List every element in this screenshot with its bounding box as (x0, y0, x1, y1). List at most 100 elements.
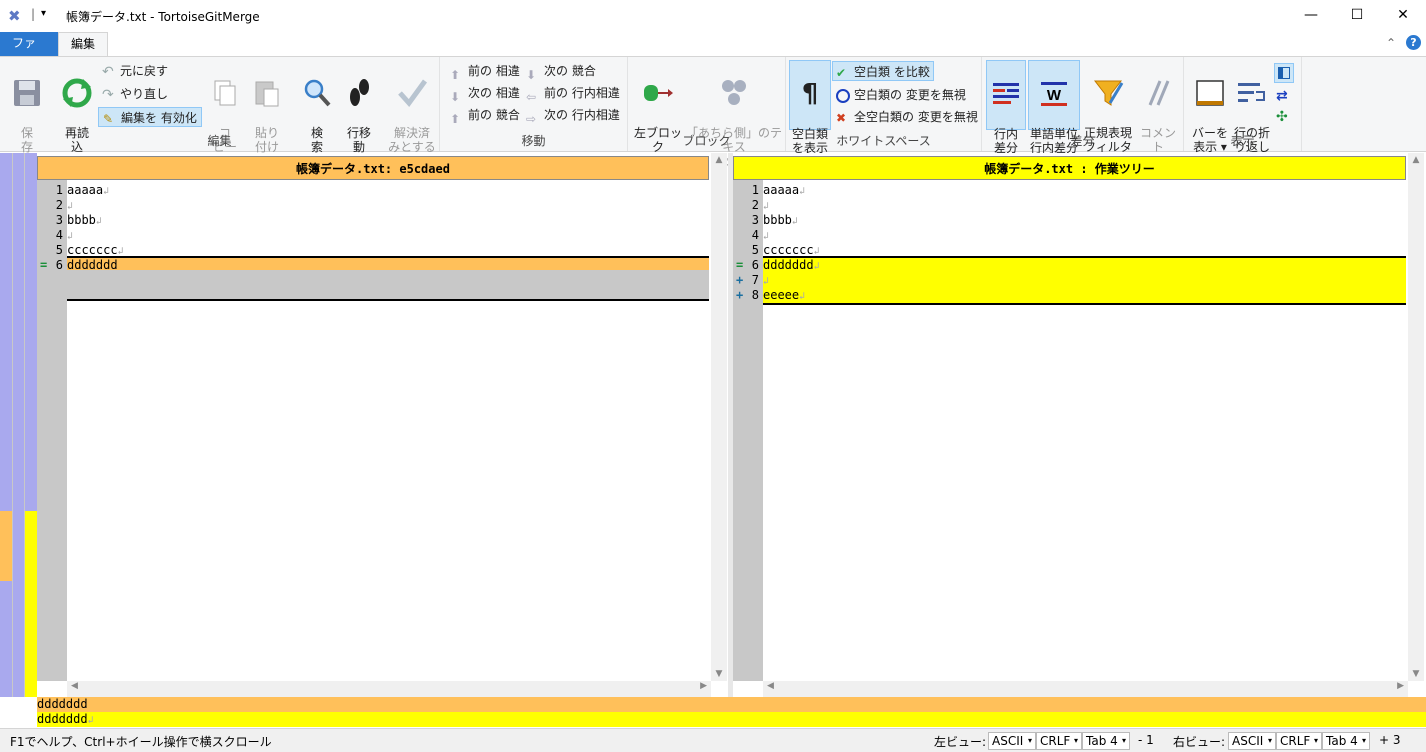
left-block-border (67, 299, 709, 301)
line-number: 8 (733, 288, 759, 303)
bottom-diff-pane: ddddddd ddddddd↲ (37, 697, 1426, 727)
code-line[interactable]: ↲ (67, 228, 73, 243)
status-bar: F1でヘルプ、Ctrl+ホイール操作で横スクロール 左ビュー: ASCII▾ C… (0, 728, 1426, 752)
eol-icon: ↲ (814, 261, 820, 272)
redo-button[interactable]: ↷やり直し (102, 84, 168, 104)
location-bar-middle (13, 153, 24, 697)
compare-whitespace-option[interactable]: ✔空白類 を比較 (832, 61, 934, 81)
group-label-block: ブロック (628, 132, 785, 149)
line-number: 4 (37, 228, 63, 243)
right-encoding-dropdown[interactable]: ASCII▾ (1228, 732, 1276, 750)
inline-diff-button[interactable]: 行内 差分 (986, 60, 1026, 130)
line-number: 2 (37, 198, 63, 213)
right-tab-dropdown[interactable]: Tab 4▾ (1322, 732, 1370, 750)
line-number: 4 (733, 228, 759, 243)
swap-icon[interactable]: ⇄ (1276, 88, 1288, 104)
group-label-whitespace: ホワイトスペース (786, 132, 981, 149)
right-vertical-scrollbar[interactable]: ▲▼ (1408, 153, 1424, 681)
left-eol-dropdown[interactable]: CRLF▾ (1036, 732, 1082, 750)
code-line[interactable]: ↲ (763, 273, 769, 288)
code-line[interactable]: aaaaa↲ (67, 183, 109, 198)
next-diff-button[interactable]: ⬇次の 相違 (450, 83, 520, 103)
code-line[interactable]: ↲ (67, 198, 73, 213)
chevron-down-icon: ▾ (1074, 733, 1078, 749)
word-diff-icon: W (1038, 78, 1070, 110)
ignore-whitespace-changes-option[interactable]: 空白類の 変更を無視 (836, 85, 966, 105)
right-eol-dropdown[interactable]: CRLF▾ (1276, 732, 1322, 750)
wrap-icon (1236, 77, 1268, 109)
eol-icon: ↲ (792, 216, 798, 227)
left-vertical-scrollbar[interactable]: ▲▼ (711, 153, 727, 681)
footprints-icon (343, 77, 375, 109)
pilcrow-icon: ¶ (794, 78, 826, 110)
right-pane[interactable]: 帳簿データ.txt : 作業ツリー 1aaaaa↲2↲3bbbb↲4↲5cccc… (733, 153, 1426, 697)
code-line[interactable]: ↲ (763, 198, 769, 213)
red-x-icon: ✖ (836, 111, 850, 125)
prev-conflict-button[interactable]: ⬆前の 競合 (450, 105, 520, 125)
paste-icon (251, 77, 283, 109)
code-line[interactable]: bbbb↲ (67, 213, 102, 228)
line-number: 2 (733, 198, 759, 213)
left-change-count: - 1 (1138, 733, 1154, 747)
chevron-down-icon: ▾ (1122, 733, 1126, 749)
ribbon-tabs: ファイル 編集 ⌃ ? (0, 32, 1426, 56)
pane-splitter[interactable] (728, 153, 733, 697)
help-icon[interactable]: ? (1406, 35, 1421, 50)
location-bar-left (0, 153, 12, 697)
close-button[interactable]: ✕ (1380, 0, 1426, 32)
ignore-all-whitespace-option[interactable]: ✖全空白類の 変更を無視 (836, 107, 978, 127)
collapse-icon[interactable]: ✣ (1276, 109, 1288, 125)
app-icon: ✖ (8, 7, 21, 25)
left-pane[interactable]: 帳簿データ.txt: e5cdaed 1aaaaa↲2↲3bbbb↲4↲5ccc… (37, 153, 727, 697)
group-block: 左ブロック を使用 ▾ 「あちら側」のテキス トブロックを使用 ▾ ブロック (628, 57, 786, 151)
left-pane-header: 帳簿データ.txt: e5cdaed (37, 156, 709, 180)
location-bar[interactable] (0, 153, 37, 697)
diff-highlight (763, 273, 1406, 288)
eol-icon: ↲ (763, 231, 769, 242)
group-label-edit: 編集 (0, 132, 439, 149)
arrow-down-icon: ⬇ (526, 65, 540, 79)
radio-circle-icon (836, 89, 850, 103)
code-line[interactable]: aaaaa↲ (763, 183, 805, 198)
left-tab-dropdown[interactable]: Tab 4▾ (1082, 732, 1130, 750)
code-line[interactable]: bbbb↲ (763, 213, 798, 228)
title-bar: ✖ | ▾ 帳簿データ.txt - TortoiseGitMerge — ☐ ✕ (0, 0, 1426, 32)
code-line[interactable]: ddddddd↲ (763, 258, 820, 273)
enable-edit-button[interactable]: ✎編集を 有効化 (98, 107, 202, 127)
group-navigate: ⬆前の 相違 ⬇次の 競合 ⬇次の 相違 ⇦前の 行内相違 ⬆前の 競合 ⇨次の… (440, 57, 628, 151)
right-horizontal-scrollbar[interactable]: ◀▶ (763, 681, 1408, 697)
layout-toggle-icon[interactable] (1274, 63, 1294, 83)
minimize-button[interactable]: — (1288, 0, 1334, 32)
show-whitespace-button[interactable]: ¶ 空白類 を表示 (789, 60, 831, 130)
bottom-left-line: ddddddd (37, 697, 1426, 712)
bottom-right-line: ddddddd↲ (37, 712, 1426, 727)
prev-diff-button[interactable]: ⬆前の 相違 (450, 61, 520, 81)
code-line[interactable]: eeeee↲ (763, 288, 805, 303)
left-encoding-dropdown[interactable]: ASCII▾ (988, 732, 1036, 750)
pencil-icon: ✎ (103, 112, 117, 126)
next-inline-button[interactable]: ⇨次の 行内相違 (526, 105, 620, 125)
next-conflict-button[interactable]: ⬇次の 競合 (526, 61, 596, 81)
eol-icon: ↲ (799, 186, 805, 197)
prev-inline-button[interactable]: ⇦前の 行内相違 (526, 83, 620, 103)
eol-icon: ↲ (103, 186, 109, 197)
quick-access-dropdown-icon[interactable]: ▾ (41, 8, 46, 19)
diff-highlight (763, 288, 1406, 303)
comment-slash-icon (1142, 77, 1174, 109)
undo-button[interactable]: ↶元に戻す (102, 61, 168, 81)
code-line[interactable]: ↲ (763, 228, 769, 243)
maximize-button[interactable]: ☐ (1334, 0, 1380, 32)
collapse-ribbon-icon[interactable]: ⌃ (1386, 36, 1396, 50)
save-icon (11, 77, 43, 109)
bars-icon (1194, 77, 1226, 109)
line-number: 1 (733, 183, 759, 198)
tab-file[interactable]: ファイル (0, 32, 58, 56)
tab-edit[interactable]: 編集 (58, 32, 108, 56)
left-horizontal-scrollbar[interactable]: ◀▶ (67, 681, 711, 697)
chevron-down-icon: ▾ (1268, 733, 1272, 749)
group-view: バーを 表示 ▾ 行の折 り返し ⇄ ✣ 表示 (1184, 57, 1302, 151)
eol-icon: ↲ (763, 276, 769, 287)
filter-icon (1092, 77, 1124, 109)
group-label-view: 表示 (1184, 132, 1301, 149)
word-inline-diff-button[interactable]: W 単語単位 行内差分 (1028, 60, 1080, 130)
